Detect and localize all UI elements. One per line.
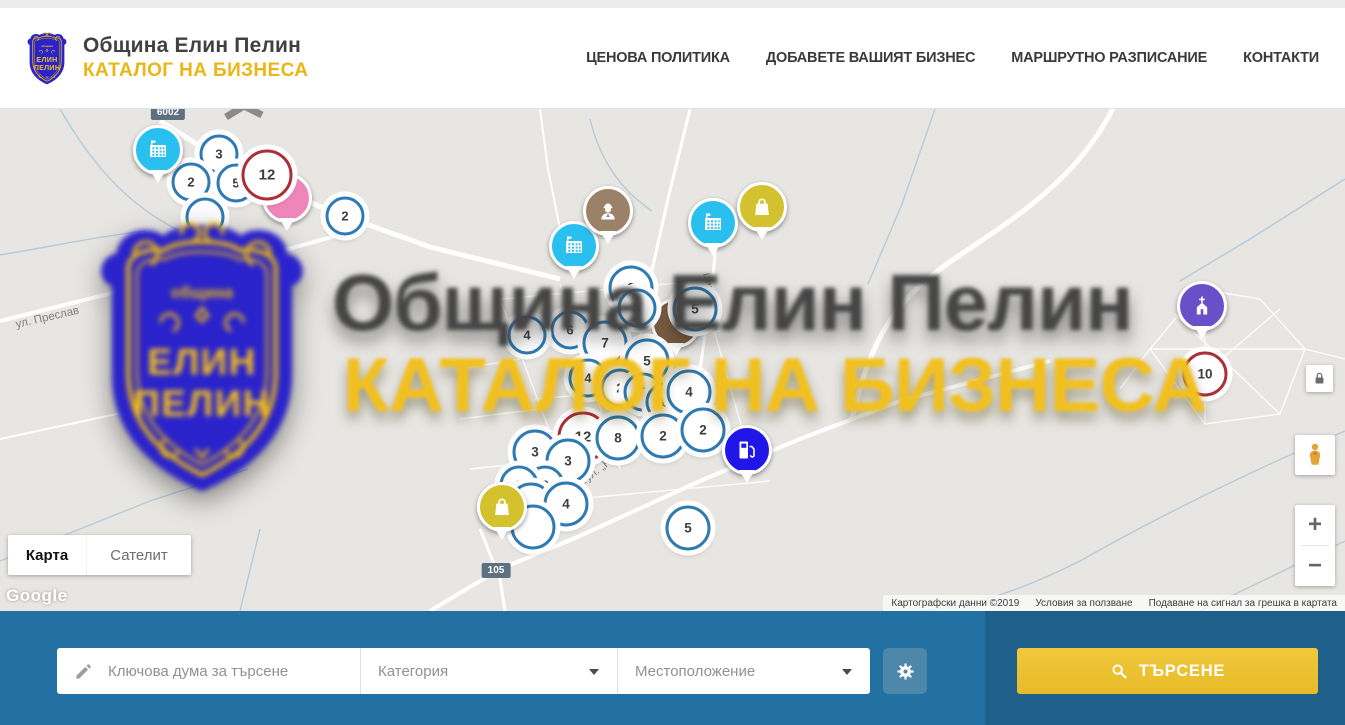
search-bar: Категория Местоположение ТЪРСЕНЕ — [0, 611, 1345, 725]
cluster-count: 3 — [564, 454, 572, 469]
bag-icon — [750, 195, 774, 219]
nav-item-1[interactable]: ЦЕНОВА ПОЛИТИКА — [586, 50, 730, 66]
map-canvas[interactable]: 6002105ул. Преславбул. „Новоселция“ 3251… — [0, 109, 1345, 611]
map-type-satellite-button[interactable]: Сателит — [86, 535, 191, 575]
cluster-count: 5 — [691, 302, 699, 317]
fuel-pin[interactable] — [722, 425, 772, 475]
svg-text:ПЕЛИН: ПЕЛИН — [34, 63, 61, 71]
factory-icon — [701, 211, 725, 235]
worker-icon — [596, 199, 620, 223]
cluster-count: 8 — [614, 431, 622, 446]
cluster-count: 4 — [523, 328, 530, 343]
cluster-count: 3 — [531, 445, 539, 460]
factory-icon — [146, 138, 170, 162]
location-placeholder: Местоположение — [635, 663, 755, 680]
cluster-marker[interactable] — [186, 198, 225, 237]
cluster-marker[interactable]: 12 — [242, 150, 293, 201]
search-icon — [1110, 662, 1128, 680]
cluster-marker[interactable]: 5 — [673, 287, 718, 332]
search-box: Категория Местоположение — [57, 648, 870, 694]
svg-text:ЕЛИН: ЕЛИН — [36, 55, 57, 63]
chevron-down-icon — [589, 669, 599, 680]
pegman-control[interactable] — [1295, 435, 1335, 475]
gear-icon — [895, 661, 916, 682]
zoom-in-button[interactable]: + — [1295, 505, 1335, 545]
cluster-count: 5 — [643, 354, 651, 369]
factory-pin[interactable] — [688, 198, 738, 248]
cluster-count: 2 — [659, 429, 667, 444]
factory-pin[interactable] — [133, 125, 183, 175]
cluster-count: 2 — [341, 209, 348, 224]
cluster-marker[interactable]: 3 — [618, 289, 657, 328]
factory-icon — [562, 234, 586, 258]
municipality-logo-icon: община ЕЛИН ПЕЛИН — [24, 30, 70, 87]
fuel-icon — [735, 438, 759, 462]
worker-pin[interactable] — [583, 186, 633, 236]
nav-item-2[interactable]: ДОБАВЕТЕ ВАШИЯТ БИЗНЕС — [766, 50, 975, 66]
cluster-marker[interactable]: 2 — [326, 197, 365, 236]
category-select[interactable]: Категория — [360, 648, 617, 694]
lock-icon — [1311, 370, 1328, 387]
church-pin[interactable] — [1177, 281, 1227, 331]
cluster-count: 2 — [187, 175, 194, 190]
cluster-count: 2 — [699, 423, 707, 438]
brand-subtitle: КАТАЛОГ НА БИЗНЕСА — [83, 60, 308, 82]
main-nav: ЦЕНОВА ПОЛИТИКА ДОБАВЕТЕ ВАШИЯТ БИЗНЕС МАР… — [586, 50, 1319, 66]
nav-item-4[interactable]: КОНТАКТИ — [1243, 50, 1319, 66]
church-icon — [1190, 294, 1214, 318]
location-select[interactable]: Местоположение — [617, 648, 870, 694]
cluster-marker[interactable]: 2 — [681, 408, 726, 453]
site-header: община ЕЛИН ПЕЛИН Община Елин Пелин КАТА… — [0, 8, 1345, 109]
cluster-count: 6 — [566, 323, 573, 338]
cluster-count: 3 — [633, 301, 640, 316]
cluster-marker[interactable]: 5 — [666, 506, 711, 551]
cluster-count: 5 — [232, 176, 239, 191]
map-attribution: Картографски данни ©2019 Условия за ползв… — [883, 595, 1345, 611]
cluster-count: 4 — [685, 385, 693, 400]
cluster-count: 12 — [259, 167, 276, 184]
category-placeholder: Категория — [378, 663, 448, 680]
street-view-lock-button[interactable] — [1306, 365, 1333, 392]
attribution-text: Картографски данни ©2019 — [891, 598, 1019, 609]
zoom-control: + − — [1295, 505, 1335, 586]
svg-text:община: община — [41, 44, 53, 48]
page-top-strip — [0, 0, 1345, 8]
cluster-marker[interactable]: 2 — [172, 163, 211, 202]
attribution-link[interactable]: Подаване на сигнал за грешка в картата — [1149, 598, 1337, 609]
zoom-out-button[interactable]: − — [1295, 546, 1335, 586]
search-button-label: ТЪРСЕНЕ — [1139, 662, 1225, 681]
attribution-link[interactable]: Условия за ползване — [1035, 598, 1132, 609]
pencil-icon — [74, 662, 93, 681]
cluster-count: 3 — [215, 147, 222, 162]
bag-pin[interactable] — [737, 182, 787, 232]
cluster-marker[interactable]: 10 — [1183, 352, 1228, 397]
cluster-marker[interactable]: 8 — [596, 416, 641, 461]
map-type-map-button[interactable]: Карта — [8, 535, 86, 575]
cluster-count: 4 — [562, 497, 570, 512]
cluster-count: 4 — [584, 371, 591, 386]
cluster-count: 5 — [684, 521, 692, 536]
chevron-down-icon — [842, 669, 852, 680]
cluster-marker[interactable]: 4 — [508, 316, 547, 355]
keyword-input[interactable] — [106, 662, 360, 681]
keyword-field-wrap — [57, 648, 360, 694]
bag-pin[interactable] — [477, 482, 527, 532]
pegman-icon — [1302, 442, 1328, 468]
nav-item-3[interactable]: МАРШРУТНО РАЗПИСАНИЕ — [1011, 50, 1207, 66]
bag-icon — [490, 495, 514, 519]
map-type-control: Карта Сателит — [8, 535, 191, 575]
map-markers: 32512223564754278412822338334510 — [0, 109, 1345, 611]
search-button[interactable]: ТЪРСЕНЕ — [1017, 648, 1318, 694]
cluster-count: 10 — [1197, 367, 1212, 382]
brand-title: Община Елин Пелин — [83, 34, 308, 58]
cluster-marker[interactable]: 2 — [641, 414, 686, 459]
advanced-settings-button[interactable] — [883, 648, 927, 694]
cluster-count: 7 — [601, 336, 609, 351]
site-brand[interactable]: община ЕЛИН ПЕЛИН Община Елин Пелин КАТА… — [24, 30, 308, 87]
google-logo[interactable]: Google — [6, 586, 68, 606]
cluster-count: 2 — [616, 381, 623, 396]
